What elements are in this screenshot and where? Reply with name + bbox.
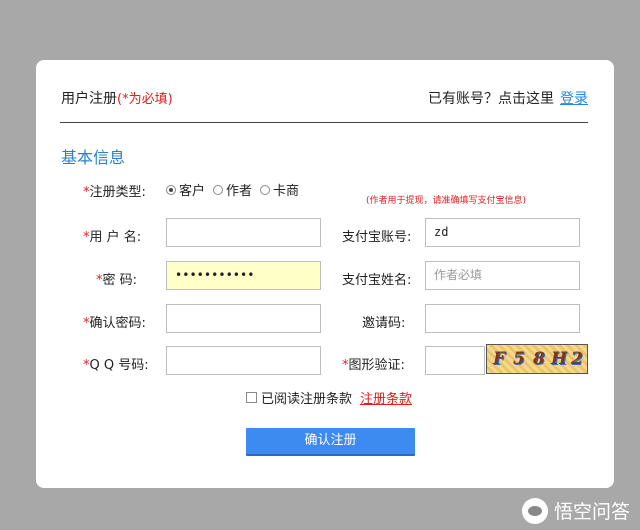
radio-author[interactable]: 作者: [213, 180, 252, 199]
captcha-label-row: *图形验证:: [342, 354, 405, 373]
alipay-account-label: 支付宝账号:: [342, 230, 412, 245]
password-input[interactable]: •••••••••••: [166, 261, 321, 290]
username-input[interactable]: [166, 218, 321, 247]
reg-type-label-row: *注册类型:: [83, 181, 146, 200]
header-divider: [60, 122, 588, 123]
login-prompt-area: 已有账号？点击这里 登录: [428, 88, 588, 108]
alipay-name-input[interactable]: 作者必填: [425, 261, 580, 290]
registration-card: 用户注册(*为必填) 已有账号？点击这里 登录 基本信息 *注册类型: 客户 作者…: [36, 60, 614, 488]
invite-code-label: 邀请码:: [362, 316, 406, 331]
reg-type-label: 注册类型:: [89, 185, 146, 200]
alipay-name-label: 支付宝姓名:: [342, 273, 412, 288]
radio-customer-dot[interactable]: [166, 184, 176, 195]
username-label: 用 户 名:: [89, 230, 142, 245]
captcha-label: 图形验证:: [348, 358, 405, 373]
header-title-area: 用户注册(*为必填): [61, 88, 173, 108]
agree-checkbox[interactable]: [246, 392, 257, 403]
terms-link[interactable]: 注册条款: [360, 388, 412, 407]
invite-code-input[interactable]: [425, 304, 580, 333]
radio-card-dealer-label: 卡商: [273, 184, 300, 199]
submit-button[interactable]: 确认注册: [246, 428, 415, 454]
radio-customer-label: 客户: [179, 184, 206, 199]
captcha-char: 2: [571, 349, 583, 369]
page-title: 用户注册: [61, 91, 117, 107]
qq-label: Q Q 号码:: [89, 358, 149, 373]
captcha-image[interactable]: F 5 8 H 2: [486, 344, 588, 374]
captcha-char: F: [493, 349, 506, 369]
alipay-account-input[interactable]: zd: [425, 218, 580, 247]
radio-customer[interactable]: 客户: [166, 180, 205, 199]
captcha-char: H: [551, 349, 568, 369]
agreement-row: 已阅读注册条款 注册条款: [246, 388, 412, 407]
watermark: 悟空问答: [521, 497, 630, 524]
radio-card-dealer-dot[interactable]: [260, 184, 271, 195]
login-link[interactable]: 登录: [560, 91, 588, 107]
author-note: (作者用于提现，请准确填写支付宝信息): [366, 196, 527, 206]
qq-input[interactable]: [166, 346, 321, 375]
qq-label-row: *Q Q 号码:: [83, 354, 149, 373]
wukong-logo-icon: [521, 497, 548, 524]
reg-type-radio-group: 客户 作者 卡商: [166, 180, 299, 199]
password-label: 密 码:: [102, 273, 138, 288]
required-hint: (*为必填): [117, 92, 173, 107]
watermark-text: 悟空问答: [553, 501, 630, 523]
radio-author-label: 作者: [226, 184, 253, 199]
login-prompt: 已有账号？点击这里: [428, 91, 554, 107]
section-title: 基本信息: [61, 148, 126, 167]
captcha-input[interactable]: [425, 346, 485, 375]
captcha-char: 5: [513, 349, 525, 369]
confirm-label-row: *确认密码:: [83, 312, 146, 331]
password-label-row: *密 码:: [96, 269, 137, 288]
confirm-password-label: 确认密码:: [89, 316, 146, 331]
username-label-row: *用 户 名:: [83, 226, 141, 245]
radio-card-dealer[interactable]: 卡商: [260, 180, 299, 199]
confirm-password-input[interactable]: [166, 304, 321, 333]
agree-text: 已阅读注册条款: [261, 392, 353, 407]
captcha-char: 8: [533, 349, 545, 369]
radio-author-dot[interactable]: [213, 184, 224, 195]
